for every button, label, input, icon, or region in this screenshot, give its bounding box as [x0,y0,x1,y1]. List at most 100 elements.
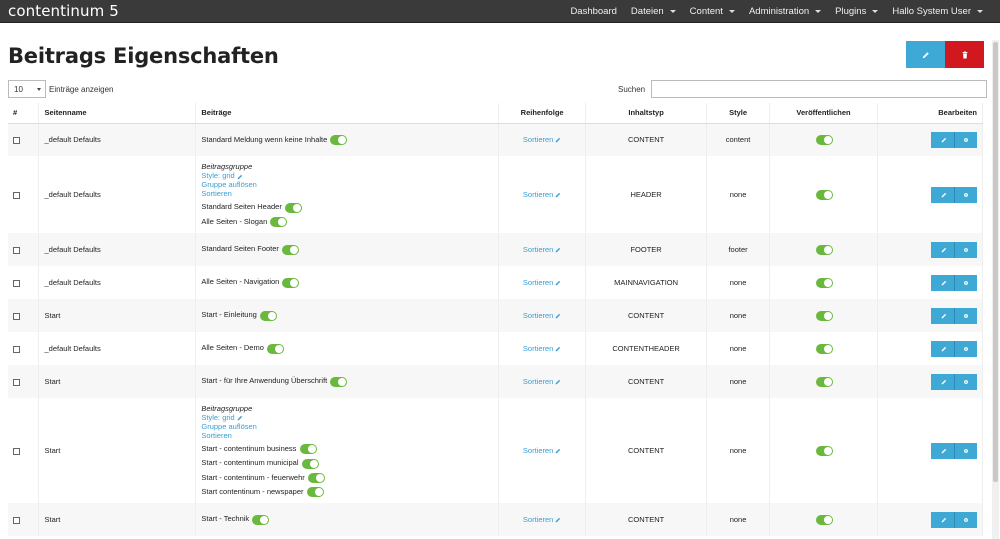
row-checkbox[interactable] [13,191,20,199]
gear-icon [964,346,968,351]
publish-toggle[interactable] [330,134,348,145]
publish-toggle[interactable] [815,343,833,354]
publish-toggle[interactable] [815,514,833,525]
row-checkbox[interactable] [13,345,20,353]
publish-toggle[interactable] [815,310,833,321]
contribution-item: Start - Einleitung [201,310,493,321]
publish-toggle[interactable] [299,444,317,455]
row-checkbox[interactable] [13,378,20,386]
row-checkbox[interactable] [13,312,20,320]
sort-link[interactable]: Sortieren [523,446,561,455]
row-edit-button[interactable] [931,511,954,528]
style-cell: none [706,266,771,299]
row-settings-button[interactable] [954,307,977,324]
row-settings-button[interactable] [954,373,977,390]
publish-toggle[interactable] [815,244,833,255]
publish-toggle[interactable] [306,486,324,497]
column-header[interactable]: Seitenname [38,103,197,124]
entries-length-select[interactable]: 10 [8,80,46,98]
nav-item-dashboard[interactable]: Dashboard [563,6,623,17]
contributions-cell: Beitragsgruppe Style: grid Gruppe auflösen… [195,398,500,503]
publish-toggle[interactable] [815,277,833,288]
sort-link[interactable]: Sortieren [523,278,561,287]
publish-toggle[interactable] [815,445,833,456]
contributions-cell: Standard Meldung wenn keine Inhalte [195,123,500,156]
edit-button[interactable] [906,41,945,68]
nav-item-content[interactable]: Content [683,6,742,17]
row-edit-button[interactable] [931,373,954,390]
sort-link[interactable]: Sortieren [523,515,561,524]
publish-toggle[interactable] [282,244,300,255]
publish-toggle[interactable] [284,202,302,213]
publish-toggle[interactable] [307,472,325,483]
table-row: Start Start - Einleitung Sortieren CONTENT… [8,299,983,332]
page-name-cell: _default Defaults [38,156,197,233]
row-edit-button[interactable] [931,442,954,459]
publish-toggle[interactable] [330,376,348,387]
publish-toggle[interactable] [267,343,284,354]
group-sort-link[interactable]: Sortieren [201,431,231,440]
row-edit-button[interactable] [931,274,954,291]
column-header[interactable]: Reihenfolge [498,103,587,124]
column-header[interactable]: Bearbeiten [877,103,983,124]
row-edit-button[interactable] [931,186,954,203]
publish-toggle[interactable] [815,134,833,145]
search-input[interactable] [651,80,988,98]
caret-down-icon [728,9,735,13]
row-checkbox[interactable] [13,516,20,524]
row-checkbox[interactable] [13,136,20,144]
brand-logo[interactable]: contentinum 5 [0,2,119,20]
sort-link[interactable]: Sortieren [523,311,561,320]
column-header[interactable]: Inhaltstyp [585,103,708,124]
group-style-link[interactable]: Style: grid [201,413,242,422]
table-row: Start Start - für Ihre Anwendung Überschr… [8,365,983,398]
column-header[interactable]: # [8,103,40,124]
sort-link[interactable]: Sortieren [523,377,561,386]
row-edit-button[interactable] [931,241,954,258]
row-settings-button[interactable] [954,274,977,291]
row-settings-button[interactable] [954,186,977,203]
row-settings-button[interactable] [954,442,977,459]
row-settings-button[interactable] [954,241,977,258]
sort-link[interactable]: Sortieren [523,135,561,144]
pencil-icon [555,313,561,319]
nav-item-hallo-system-user[interactable]: Hallo System User [885,6,990,17]
group-title: Beitragsgruppe [201,162,253,172]
publish-toggle[interactable] [252,514,270,525]
page-name-cell: _default Defaults [38,266,197,299]
nav-item-plugins[interactable]: Plugins [828,6,885,17]
sort-link[interactable]: Sortieren [523,190,561,199]
dissolve-group-link[interactable]: Gruppe auflösen [201,422,256,431]
contribution-item: Alle Seiten - Demo [201,343,493,354]
publish-toggle[interactable] [815,189,833,200]
row-checkbox[interactable] [13,246,20,254]
sort-link[interactable]: Sortieren [523,344,561,353]
nav-item-dateien[interactable]: Dateien [624,6,683,17]
publish-toggle[interactable] [259,310,277,321]
group-style-link[interactable]: Style: grid [201,171,242,180]
row-settings-button[interactable] [954,131,977,148]
row-checkbox[interactable] [13,447,20,455]
pencil-icon [237,416,242,421]
delete-button[interactable] [945,41,984,68]
publish-toggle[interactable] [815,376,833,387]
row-edit-button[interactable] [931,340,954,357]
column-header[interactable]: Beiträge [195,103,500,124]
column-header[interactable]: Style [706,103,771,124]
contribution-item: Start contentinum - newspaper [201,487,493,497]
publish-toggle[interactable] [301,458,319,469]
nav-item-administration[interactable]: Administration [742,6,828,17]
row-edit-button[interactable] [931,131,954,148]
scrollbar-thumb[interactable] [993,42,998,482]
publish-toggle[interactable] [270,216,288,227]
row-edit-button[interactable] [931,307,954,324]
caret-down-icon [977,9,983,13]
group-sort-link[interactable]: Sortieren [201,189,231,198]
dissolve-group-link[interactable]: Gruppe auflösen [201,180,256,189]
column-header[interactable]: Veröffentlichen [769,103,878,124]
sort-link[interactable]: Sortieren [523,245,561,254]
row-settings-button[interactable] [954,511,977,528]
row-settings-button[interactable] [954,340,977,357]
publish-toggle[interactable] [282,277,300,288]
row-checkbox[interactable] [13,279,20,287]
